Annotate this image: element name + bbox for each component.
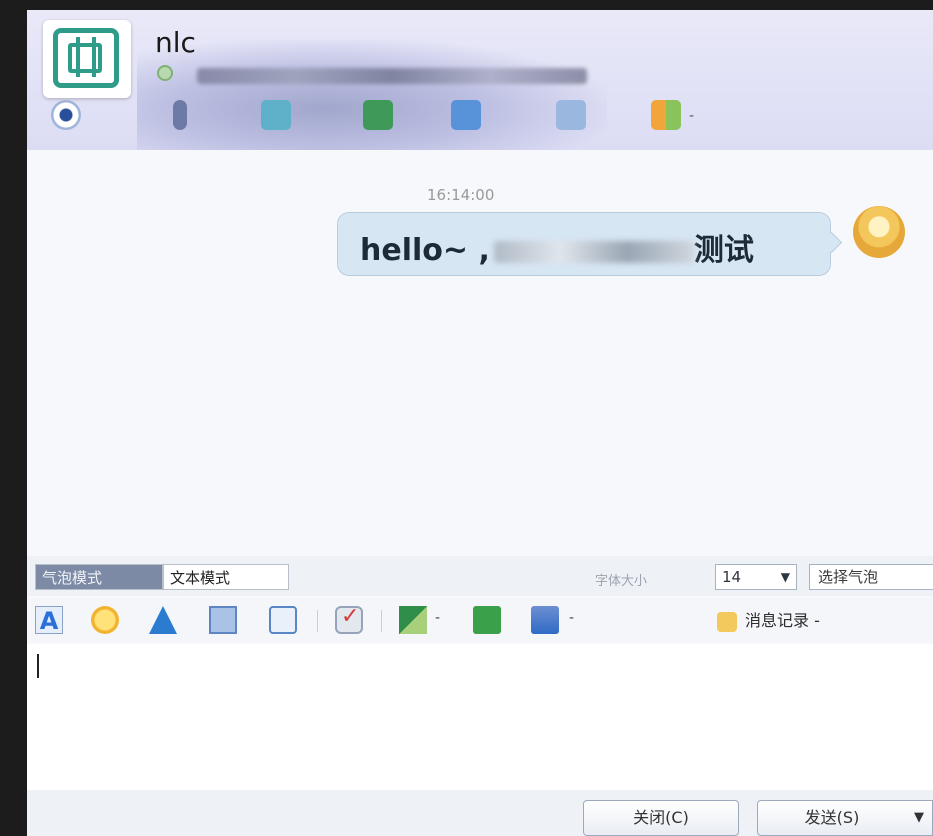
text-cursor xyxy=(37,654,39,678)
message-bubble: hello~ , 测试 xyxy=(337,212,843,276)
apps-icon[interactable] xyxy=(651,100,681,130)
chevron-down-icon[interactable]: - xyxy=(569,610,574,626)
chevron-down-icon: ▼ xyxy=(780,570,790,584)
video-icon[interactable] xyxy=(261,100,291,130)
chevron-down-icon[interactable]: - xyxy=(435,610,440,626)
font-size-label: 字体大小 xyxy=(595,574,648,589)
tab-bubble-mode[interactable]: 气泡模式 xyxy=(35,564,163,590)
message-text-visible: hello~ , xyxy=(360,233,490,268)
screen-share-icon[interactable] xyxy=(363,100,393,130)
contact-signature-redacted xyxy=(197,68,587,84)
choose-bubble-button[interactable]: 选择气泡 xyxy=(809,564,933,590)
message-history-panel[interactable]: 16:14:00 hello~ , 测试 xyxy=(27,150,933,554)
bubble-tail xyxy=(820,231,843,254)
message-text-redacted xyxy=(493,240,694,263)
format-toolbar: A - - 消息记录 - xyxy=(27,598,933,642)
checklist-icon[interactable] xyxy=(335,604,363,634)
contact-avatar[interactable] xyxy=(43,20,131,98)
screenshot-icon[interactable] xyxy=(209,606,237,634)
online-status-icon xyxy=(157,65,173,81)
more-tools-icon[interactable] xyxy=(531,606,559,634)
send-options-icon[interactable]: ▼ xyxy=(906,800,933,836)
contact-logo-icon xyxy=(53,28,119,88)
music-icon[interactable] xyxy=(473,606,501,634)
toolbar-divider xyxy=(317,610,318,632)
send-image-icon[interactable] xyxy=(399,606,427,634)
chevron-down-icon: - xyxy=(814,611,820,630)
mode-toolbar: 气泡模式 文本模式 字体大小 14 ▼ 选择气泡 xyxy=(27,556,933,596)
tab-text-mode[interactable]: 文本模式 xyxy=(163,564,289,590)
close-button[interactable]: 关闭(C) xyxy=(583,800,739,836)
contact-name[interactable]: nlc xyxy=(155,26,196,59)
header-toolbar: - xyxy=(51,100,751,136)
font-size-value: 14 xyxy=(722,568,742,586)
remote-desktop-icon[interactable] xyxy=(451,100,481,130)
message-input[interactable] xyxy=(27,644,933,790)
font-size-select[interactable]: 14 ▼ xyxy=(715,564,797,590)
emoji-icon[interactable] xyxy=(91,606,119,634)
send-button[interactable]: 发送(S) xyxy=(757,800,907,836)
history-label: 消息记录 xyxy=(745,611,810,630)
font-style-icon[interactable]: A xyxy=(35,606,63,635)
file-transfer-icon[interactable] xyxy=(556,100,586,130)
eye-icon[interactable] xyxy=(51,100,81,130)
message-history-button[interactable]: 消息记录 - xyxy=(717,608,927,634)
chat-window: nlc - 16:14:00 hello~ , 测试 气泡模式 文本模式 字体大小 xyxy=(27,10,933,836)
microphone-icon[interactable] xyxy=(173,100,187,130)
chat-header: nlc - xyxy=(27,10,933,150)
self-avatar[interactable] xyxy=(853,206,905,258)
chevron-down-icon[interactable]: - xyxy=(689,108,694,124)
voice-message-icon[interactable] xyxy=(269,606,297,634)
message-timestamp: 16:14:00 xyxy=(427,186,495,204)
history-icon xyxy=(717,611,737,632)
message-text-tail: 测试 xyxy=(693,233,754,268)
bottom-action-bar: 关闭(C) 发送(S) ▼ xyxy=(27,790,933,836)
toolbar-divider xyxy=(381,610,382,632)
message-text: hello~ , 测试 xyxy=(360,225,754,269)
magic-expression-icon[interactable] xyxy=(149,606,177,634)
